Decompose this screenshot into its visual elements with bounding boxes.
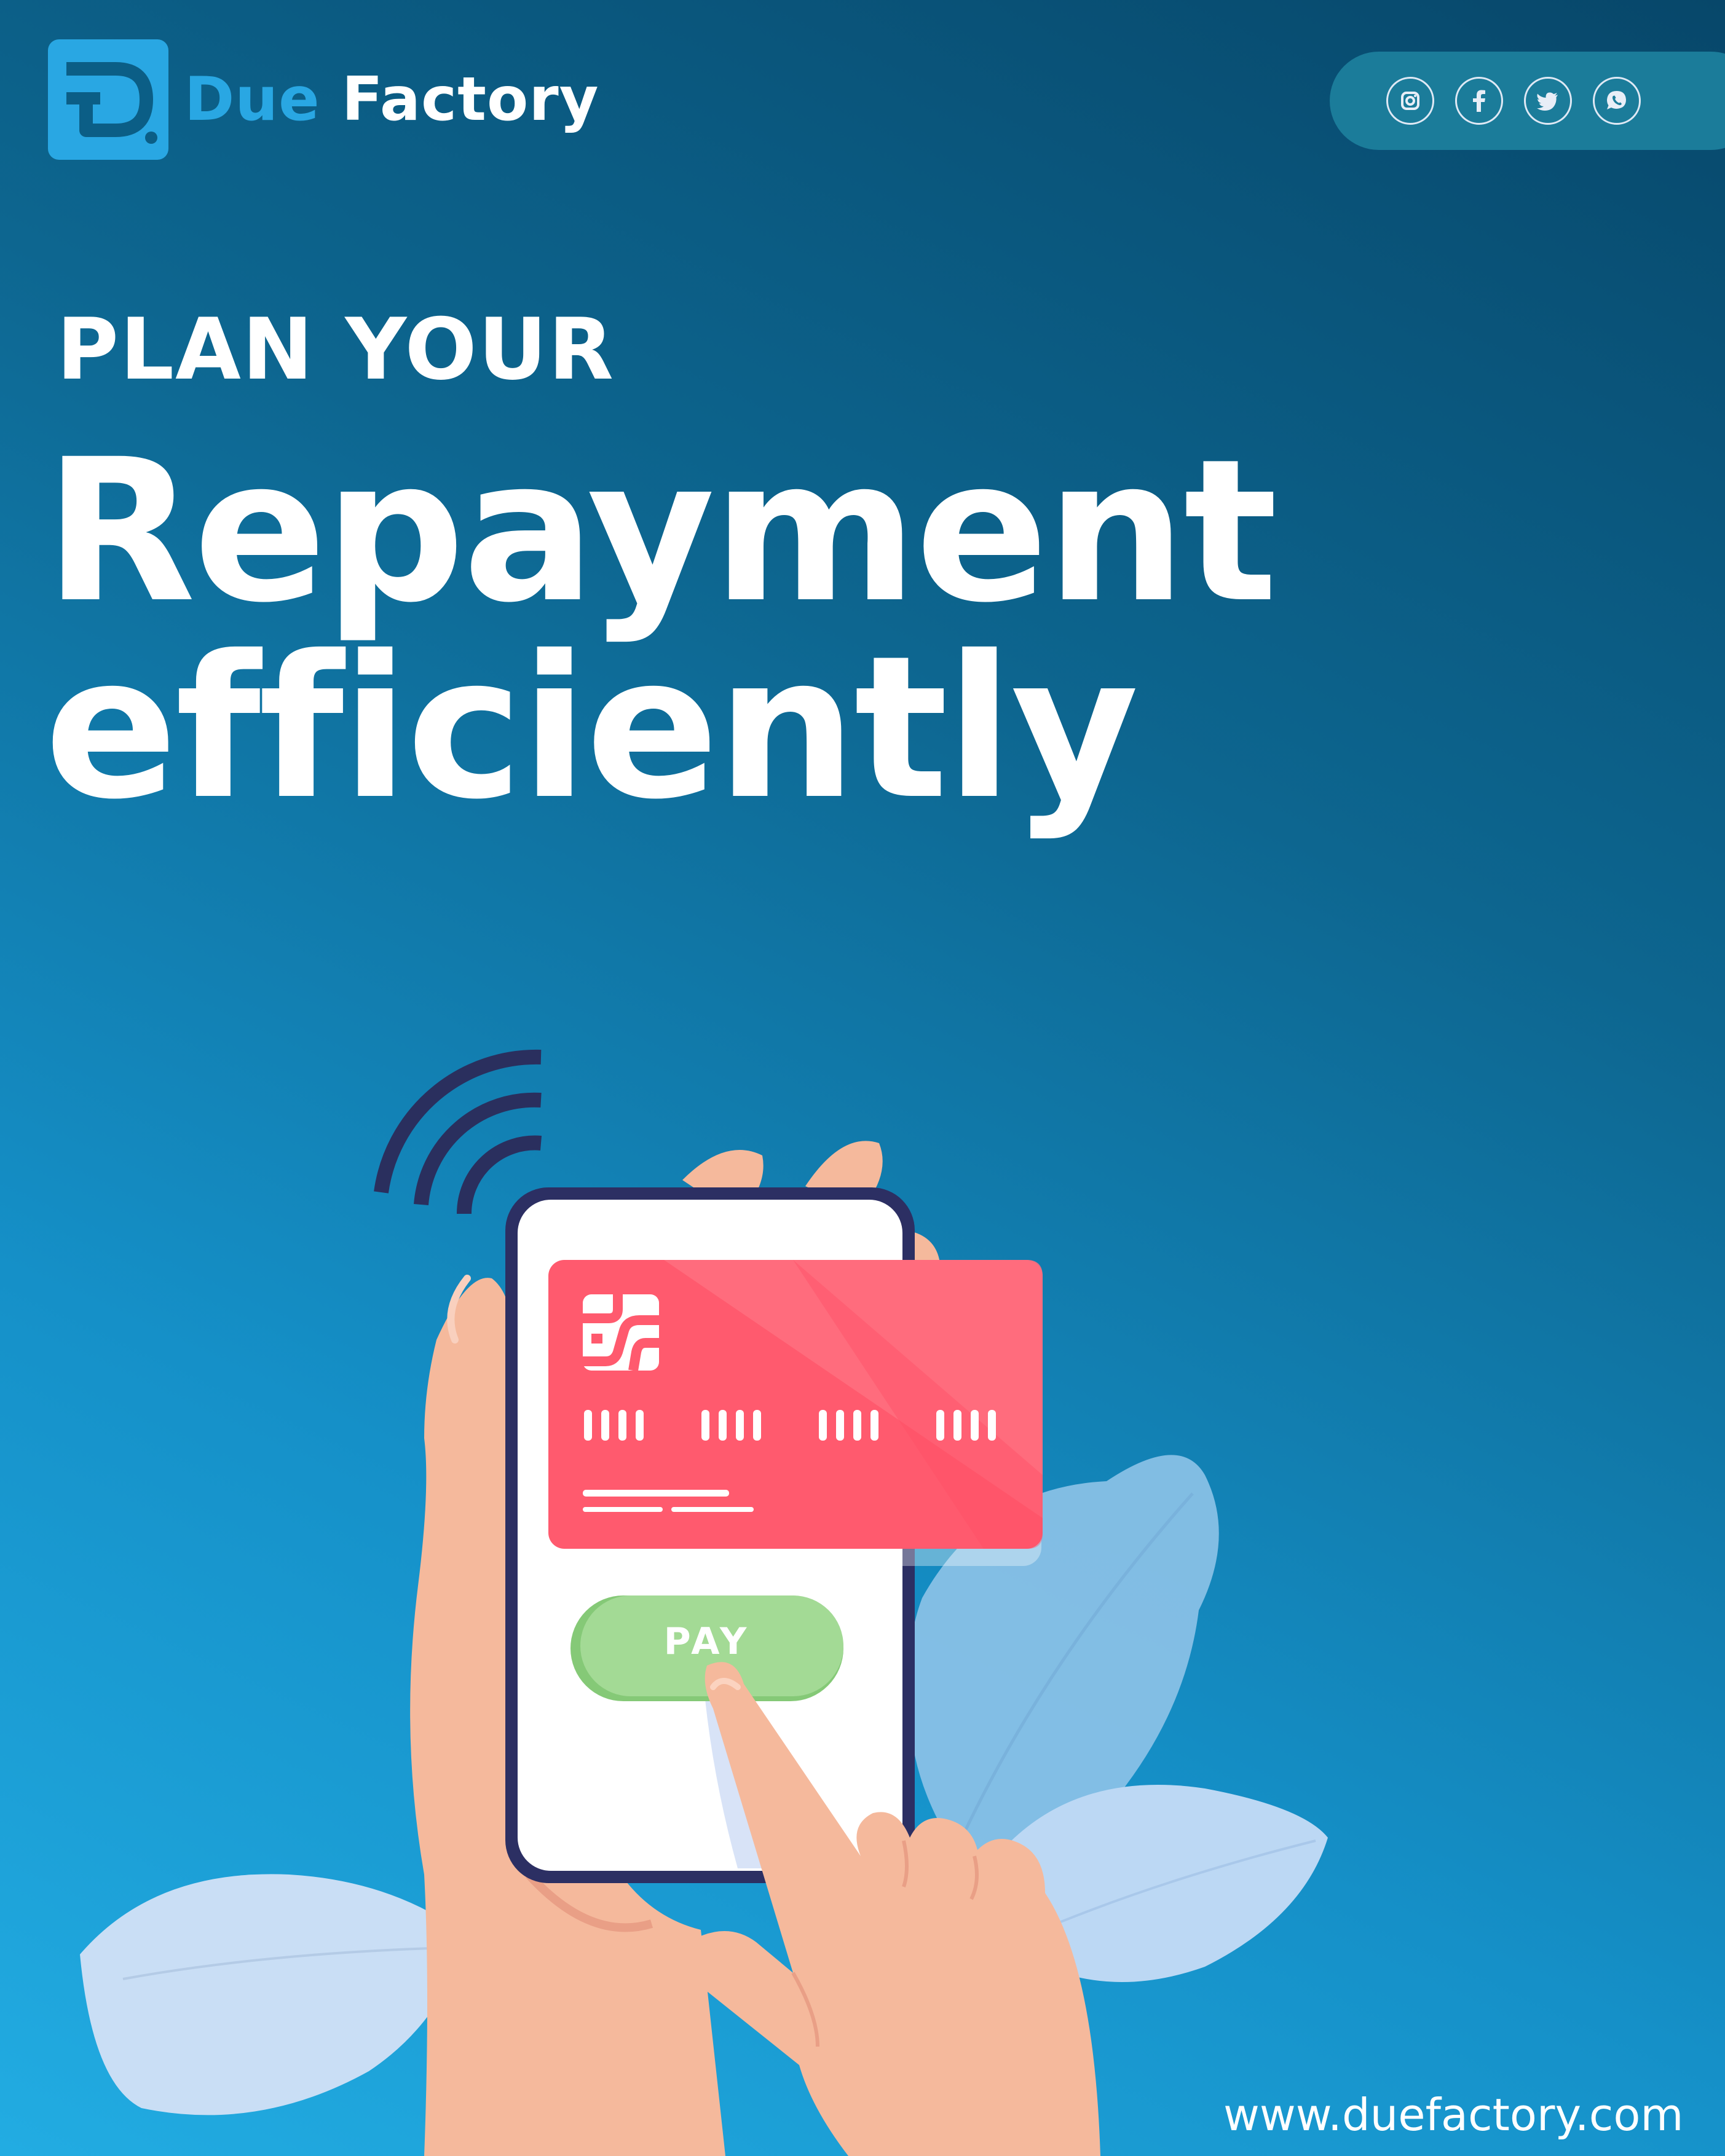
pay-button[interactable]: PAY — [572, 1595, 842, 1688]
card-chip-icon — [583, 1294, 659, 1372]
nfc-signal-icon — [374, 1049, 542, 1214]
credit-card — [548, 1260, 1043, 1566]
payment-illustration — [80, 1049, 1328, 2156]
leaf-left — [80, 1874, 467, 2115]
website-url[interactable]: www.duefactory.com — [1223, 2093, 1684, 2137]
poster: Due Factory PLAN YOUR Repayment efficien… — [0, 0, 1725, 2156]
